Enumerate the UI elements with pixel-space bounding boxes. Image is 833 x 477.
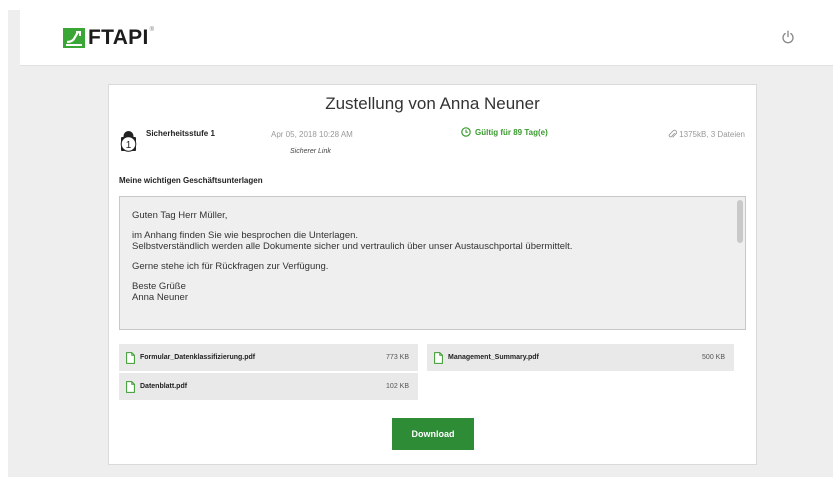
file-name: Datenblatt.pdf	[140, 383, 188, 390]
registered-mark: ®	[149, 27, 155, 33]
clock-icon	[461, 127, 471, 137]
download-button[interactable]: Download	[392, 418, 474, 450]
size-info: 1375kB, 3 Dateien	[668, 129, 745, 139]
security-level-number: 1	[126, 140, 132, 151]
file-item[interactable]: Management_Summary.pdf 500 KB	[427, 344, 734, 371]
paperclip-icon	[668, 129, 678, 138]
delivery-title: Zustellung von Anna Neuner	[325, 94, 540, 113]
scrollbar-thumb[interactable]	[737, 200, 743, 243]
top-bar: FTAPI ®	[20, 10, 833, 66]
file-size: 500 KB	[702, 354, 725, 361]
ftapi-logo-icon	[63, 28, 85, 48]
sent-date: Apr 05, 2018 10:28 AM	[271, 130, 353, 139]
security-level-label: Sicherheitsstufe 1	[146, 129, 215, 138]
link-type: Sicherer Link	[290, 148, 331, 155]
document-icon	[126, 351, 135, 364]
document-icon	[434, 351, 443, 364]
power-icon[interactable]	[781, 30, 795, 44]
security-level-lock-icon: 1	[120, 131, 137, 152]
file-item[interactable]: Formular_Datenklassifizierung.pdf 773 KB	[119, 344, 418, 371]
file-name: Formular_Datenklassifizierung.pdf	[140, 354, 256, 361]
message-signature: Beste Grüße Anna Neuner	[132, 281, 733, 303]
message-line: im Anhang finden Sie wie besprochen die …	[132, 230, 359, 241]
file-item[interactable]: Datenblatt.pdf 102 KB	[119, 373, 418, 400]
file-size: 102 KB	[386, 383, 409, 390]
document-icon	[126, 380, 135, 393]
message-sender: Anna Neuner	[132, 292, 188, 303]
message-greeting: Guten Tag Herr Müller,	[132, 210, 228, 221]
message-scrollbar[interactable]	[736, 198, 744, 328]
delivery-subject: Meine wichtigen Geschäftsunterlagen	[119, 176, 263, 185]
message-line: Gerne stehe ich für Rückfragen zur Verfü…	[132, 261, 329, 272]
ftapi-logo[interactable]: FTAPI ®	[63, 26, 154, 50]
file-size: 773 KB	[386, 354, 409, 361]
message-paragraph: im Anhang finden Sie wie besprochen die …	[132, 230, 733, 252]
message-closing: Beste Grüße	[132, 281, 186, 292]
message-line: Selbstverständlich werden alle Dokumente…	[132, 241, 573, 252]
file-name: Management_Summary.pdf	[448, 354, 539, 361]
validity-status: Gültig für 89 Tag(e)	[461, 127, 548, 137]
validity-text: Gültig für 89 Tag(e)	[475, 127, 548, 137]
brand-name: FTAPI	[88, 26, 149, 49]
size-info-text: 1375kB, 3 Dateien	[679, 129, 745, 139]
delivery-card: Zustellung von Anna Neuner 1 Sicherheits…	[108, 84, 757, 465]
message-body[interactable]: Guten Tag Herr Müller, im Anhang finden …	[119, 196, 746, 330]
